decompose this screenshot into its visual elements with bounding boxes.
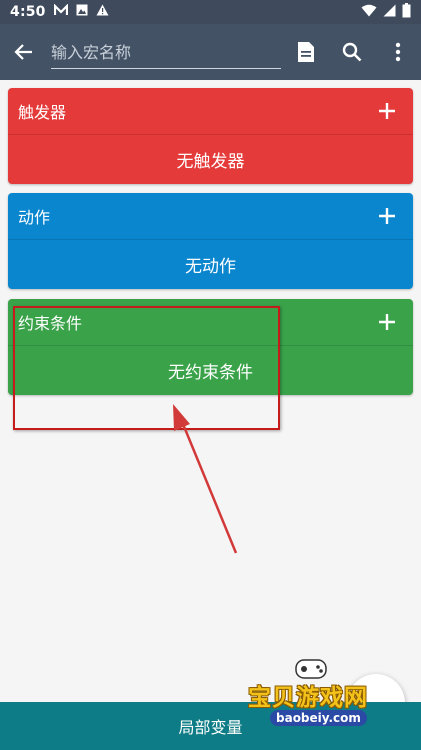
macrodroid-m-icon xyxy=(53,3,68,20)
app-bar xyxy=(0,24,421,80)
photo-icon xyxy=(76,4,88,20)
plus-icon xyxy=(379,314,395,330)
plus-icon xyxy=(379,208,395,224)
signal-icon xyxy=(383,4,396,21)
search-button[interactable] xyxy=(329,24,375,80)
back-button[interactable] xyxy=(0,24,48,80)
local-variables-label: 局部变量 xyxy=(178,718,243,737)
app-bar-actions xyxy=(283,24,421,80)
triggers-card: 触发器 无触发器 xyxy=(8,88,413,184)
plus-icon xyxy=(379,103,395,119)
battery-icon xyxy=(402,2,411,22)
status-time: 4:50 xyxy=(10,4,46,20)
triggers-title: 触发器 xyxy=(18,103,67,122)
status-left: 4:50 xyxy=(10,3,109,20)
add-trigger-button[interactable] xyxy=(373,97,401,125)
status-bar: 4:50 xyxy=(0,0,421,24)
constraints-header[interactable]: 约束条件 xyxy=(8,299,413,346)
document-button[interactable] xyxy=(283,24,329,80)
triggers-empty-text: 无触发器 xyxy=(176,152,245,172)
add-constraint-button[interactable] xyxy=(373,308,401,336)
document-icon xyxy=(298,42,314,62)
local-variables-bar[interactable]: 局部变量 xyxy=(0,702,421,750)
actions-header[interactable]: 动作 xyxy=(8,193,413,240)
constraints-card: 约束条件 无约束条件 xyxy=(8,299,413,395)
actions-card: 动作 无动作 xyxy=(8,193,413,289)
gamepad-icon xyxy=(295,659,327,679)
actions-title: 动作 xyxy=(18,208,51,227)
constraints-title: 约束条件 xyxy=(18,314,83,333)
status-right xyxy=(361,2,411,22)
actions-empty-text: 无动作 xyxy=(185,257,236,277)
wifi-icon xyxy=(361,4,377,21)
warning-icon xyxy=(96,4,109,20)
add-action-button[interactable] xyxy=(373,202,401,230)
more-vert-icon xyxy=(395,42,401,62)
back-arrow-icon xyxy=(14,44,32,60)
constraints-empty-text: 无约束条件 xyxy=(168,363,253,383)
more-options-button[interactable] xyxy=(375,24,421,80)
search-icon xyxy=(342,42,362,62)
macro-name-input[interactable] xyxy=(51,38,281,69)
triggers-header[interactable]: 触发器 xyxy=(8,88,413,135)
